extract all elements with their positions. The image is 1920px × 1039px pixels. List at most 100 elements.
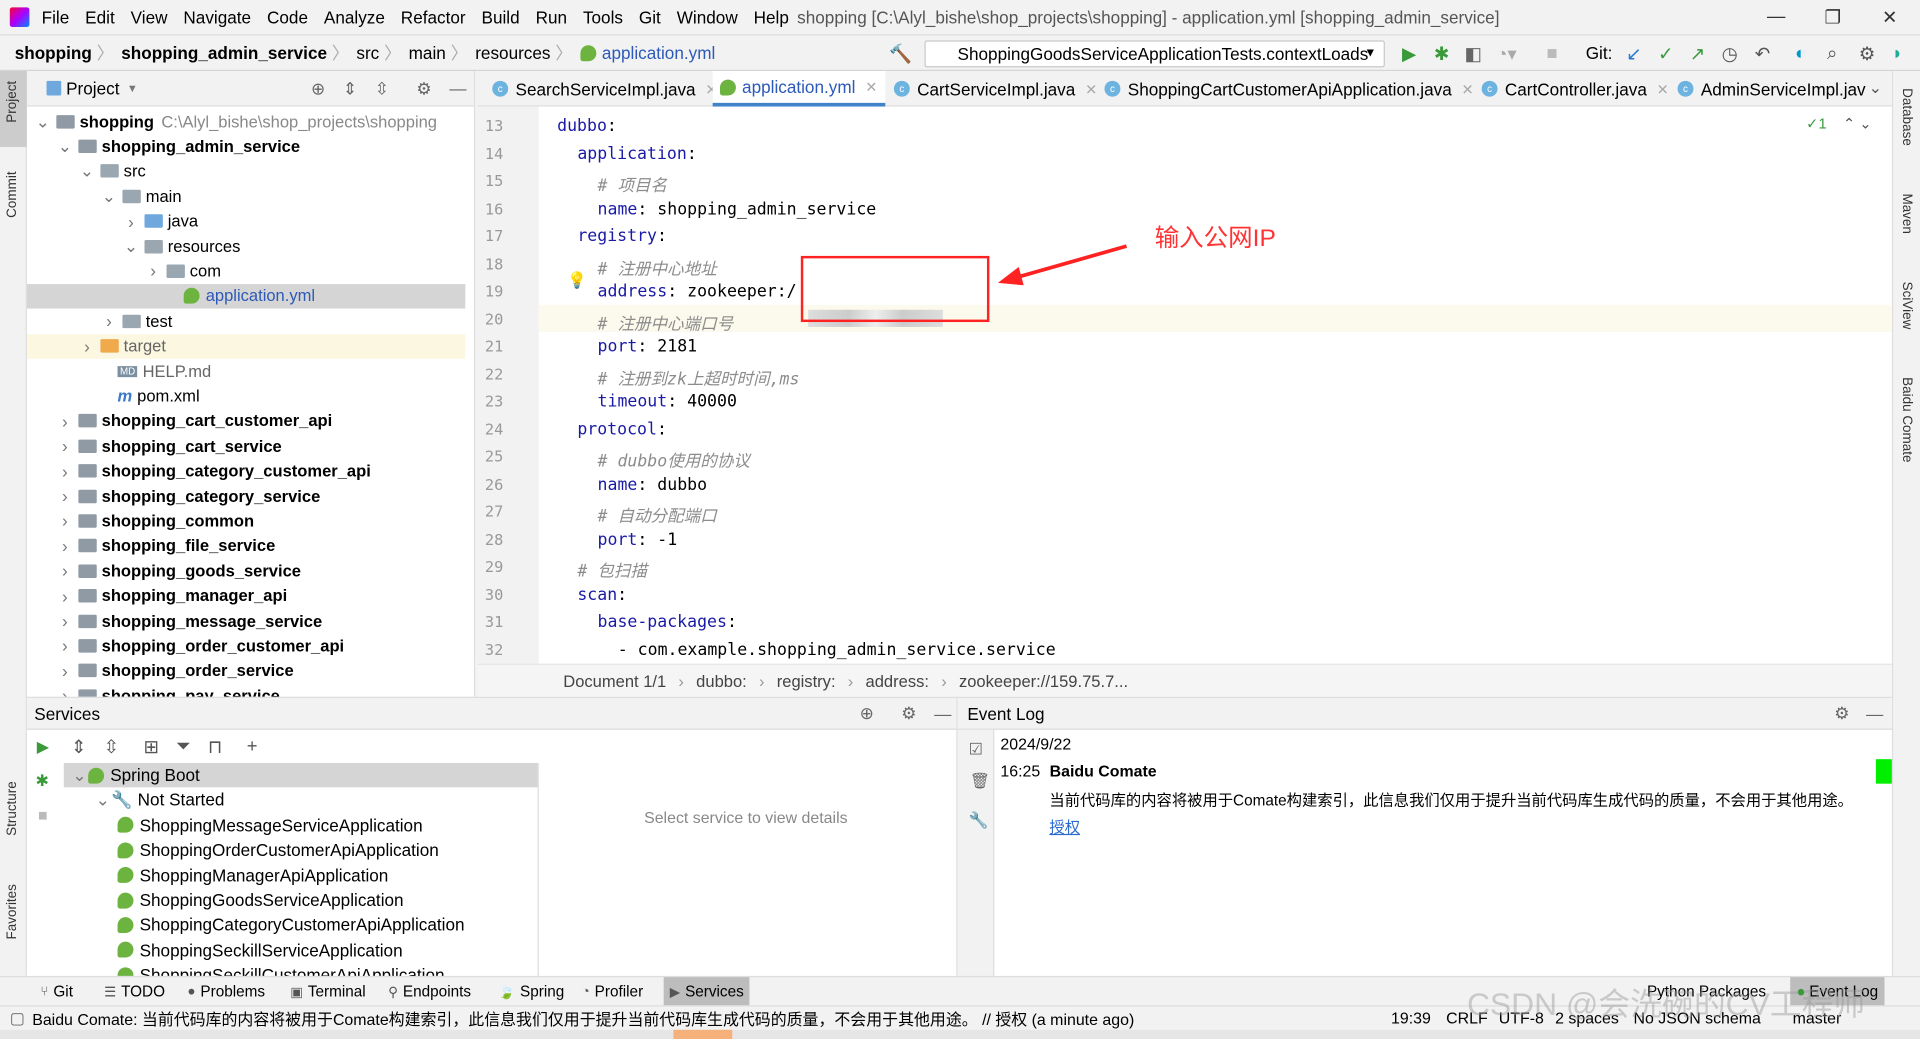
code-line[interactable]: port: 2181 bbox=[598, 337, 698, 357]
maximize-button[interactable]: ❐ bbox=[1824, 6, 1840, 28]
build-icon[interactable]: 🔨 bbox=[889, 43, 912, 65]
project-panel-title[interactable]: Project bbox=[66, 78, 119, 98]
service-tree-item[interactable]: ShoppingSeckillServiceApplication bbox=[64, 938, 538, 962]
menu-file[interactable]: File bbox=[42, 7, 70, 27]
menu-build[interactable]: Build bbox=[482, 7, 520, 27]
project-tree-item[interactable]: m pom.xml bbox=[27, 384, 465, 408]
code-line[interactable]: name: shopping_admin_service bbox=[598, 199, 877, 219]
project-tree-item[interactable]: › test bbox=[27, 309, 465, 333]
favorites-tool-button[interactable]: Favorites bbox=[5, 884, 20, 939]
menu-navigate[interactable]: Navigate bbox=[183, 7, 251, 27]
editor-tab[interactable]: c CartServiceImpl.java ✕ bbox=[887, 71, 1105, 107]
chevron-down-icon[interactable]: ⌄ bbox=[94, 790, 111, 811]
code-line[interactable]: # 自动分配端口 bbox=[598, 502, 717, 527]
comate-icon[interactable]: ◐ bbox=[1795, 43, 1806, 64]
git-push-icon[interactable]: ↗ bbox=[1690, 43, 1705, 65]
project-tree-item[interactable]: › shopping_cart_customer_api bbox=[27, 409, 465, 433]
hide-icon[interactable]: — bbox=[449, 78, 466, 98]
chevron-right-icon[interactable]: › bbox=[56, 436, 73, 456]
menu-help[interactable]: Help bbox=[754, 7, 789, 27]
debug-icon[interactable]: ✱ bbox=[1434, 43, 1449, 65]
editor-breadcrumb-item[interactable]: registry: bbox=[777, 672, 836, 690]
close-tab-icon[interactable]: ✕ bbox=[1462, 80, 1474, 97]
run-icon[interactable]: ▶ bbox=[1402, 43, 1416, 65]
coverage-icon[interactable]: ◧ bbox=[1464, 43, 1481, 65]
clear-icon[interactable]: 🗑 bbox=[970, 771, 990, 791]
project-tree-item[interactable]: › java bbox=[27, 209, 465, 233]
project-tree-item[interactable]: › shopping_category_service bbox=[27, 484, 465, 508]
project-tree-item[interactable]: › shopping_goods_service bbox=[27, 559, 465, 583]
menu-analyze[interactable]: Analyze bbox=[324, 7, 385, 27]
chevron-down-icon[interactable]: ⌄ bbox=[34, 111, 51, 132]
menu-run[interactable]: Run bbox=[536, 7, 567, 27]
database-tool-button[interactable]: Database bbox=[1899, 88, 1914, 146]
menu-code[interactable]: Code bbox=[267, 7, 308, 27]
breadcrumb-item[interactable]: main bbox=[409, 43, 446, 63]
chevron-right-icon[interactable]: › bbox=[56, 461, 73, 481]
editor-tab[interactable]: c ShoppingCartCustomerApiApplication.java… bbox=[1097, 71, 1481, 107]
menu-git[interactable]: Git bbox=[639, 7, 661, 27]
code-line[interactable]: registry: bbox=[577, 227, 667, 247]
service-tree-item[interactable]: ShoppingCategoryCustomerApiApplication bbox=[64, 913, 538, 937]
run-configuration-select[interactable]: ShoppingGoodsServiceApplicationTests.con… bbox=[924, 40, 1385, 68]
code-line[interactable]: # 注册中心端口号 bbox=[598, 309, 734, 334]
project-tree-item[interactable]: ⌄ src bbox=[27, 159, 465, 183]
code-line[interactable]: scan: bbox=[577, 585, 627, 605]
tool-window-todo[interactable]: ☰ TODO bbox=[98, 977, 171, 1006]
code-line[interactable]: timeout: 40000 bbox=[598, 392, 737, 412]
status-toggle-icon[interactable]: ▢ bbox=[10, 1008, 25, 1028]
rollback-icon[interactable]: ↶ bbox=[1755, 43, 1770, 65]
project-tree-item[interactable]: › shopping_order_service bbox=[27, 659, 465, 683]
code-line[interactable]: dubbo: bbox=[557, 116, 617, 136]
tool-window-profiler[interactable]: ◔ Profiler bbox=[576, 977, 650, 1006]
collapse-all-icon[interactable]: ⇳ bbox=[104, 735, 119, 758]
expand-all-icon[interactable]: ⇕ bbox=[71, 735, 86, 758]
git-commit-icon[interactable]: ✓ bbox=[1658, 43, 1673, 65]
settings-icon[interactable]: ⚙ bbox=[901, 703, 916, 724]
chevron-right-icon[interactable]: › bbox=[56, 586, 73, 606]
collapse-all-icon[interactable]: ⇳ bbox=[375, 78, 389, 99]
code-line[interactable]: port: -1 bbox=[598, 530, 678, 550]
code-line[interactable]: # 注册到zk上超时时间,ms bbox=[598, 364, 800, 389]
inspection-widget[interactable]: ✓1 ⌃ ⌄ bbox=[1806, 115, 1872, 132]
structure-tool-button[interactable]: Structure bbox=[5, 781, 20, 836]
profile-icon[interactable]: ◔▾ bbox=[1496, 43, 1516, 65]
project-tree-item[interactable]: MD HELP.md bbox=[27, 359, 465, 383]
add-icon[interactable]: + bbox=[247, 736, 258, 757]
chevron-down-icon[interactable]: ⌄ bbox=[78, 161, 95, 182]
project-tree-item[interactable]: ⌄ shopping_admin_service bbox=[27, 134, 465, 158]
chevron-right-icon[interactable]: › bbox=[122, 211, 139, 231]
project-tree-item[interactable]: › shopping_cart_service bbox=[27, 434, 465, 458]
project-tree-item[interactable]: › shopping_file_service bbox=[27, 534, 465, 558]
hide-icon[interactable]: — bbox=[1866, 703, 1883, 723]
editor[interactable]: c SearchServiceImpl.java ✕ application.yml ✕… bbox=[477, 71, 1892, 697]
breadcrumb-item[interactable]: application.yml bbox=[602, 43, 715, 63]
settings-icon[interactable]: ⚙ bbox=[1834, 703, 1849, 724]
service-tree-item[interactable]: ShoppingOrderCustomerApiApplication bbox=[64, 838, 538, 862]
code-line[interactable]: # 包扫描 bbox=[577, 557, 647, 582]
stop-icon[interactable]: ■ bbox=[38, 806, 48, 824]
editor-breadcrumb-item[interactable]: address: bbox=[866, 672, 929, 690]
project-tree-item[interactable]: ⌄ main bbox=[27, 184, 465, 208]
history-icon[interactable]: ◷ bbox=[1722, 43, 1738, 65]
target-icon[interactable]: ⊕ bbox=[860, 703, 874, 724]
code-line[interactable]: protocol: bbox=[577, 419, 667, 439]
chevron-right-icon[interactable]: › bbox=[56, 636, 73, 656]
commit-tool-button[interactable]: Commit bbox=[5, 171, 20, 217]
project-tree-item[interactable]: › target bbox=[26, 333, 466, 359]
chevron-right-icon[interactable]: › bbox=[144, 261, 161, 281]
close-tab-icon[interactable]: ✕ bbox=[1657, 80, 1669, 97]
chevron-right-icon[interactable]: › bbox=[56, 486, 73, 506]
new-tab-icon[interactable]: ⊓ bbox=[208, 735, 222, 758]
settings-icon[interactable]: ⚙ bbox=[1859, 43, 1875, 65]
mark-read-icon[interactable]: ☑ bbox=[969, 740, 983, 760]
chevron-right-icon[interactable]: › bbox=[56, 536, 73, 556]
close-tab-icon[interactable]: ✕ bbox=[1085, 80, 1097, 97]
code-line[interactable]: base-packages: bbox=[598, 612, 737, 632]
hide-icon[interactable]: — bbox=[934, 703, 951, 723]
chevron-right-icon[interactable]: › bbox=[78, 336, 95, 356]
filter-icon[interactable]: ⏷ bbox=[176, 736, 191, 757]
expand-all-icon[interactable]: ⇕ bbox=[343, 78, 357, 99]
menu-view[interactable]: View bbox=[131, 7, 168, 27]
project-tree-item[interactable]: › shopping_category_customer_api bbox=[27, 459, 465, 483]
